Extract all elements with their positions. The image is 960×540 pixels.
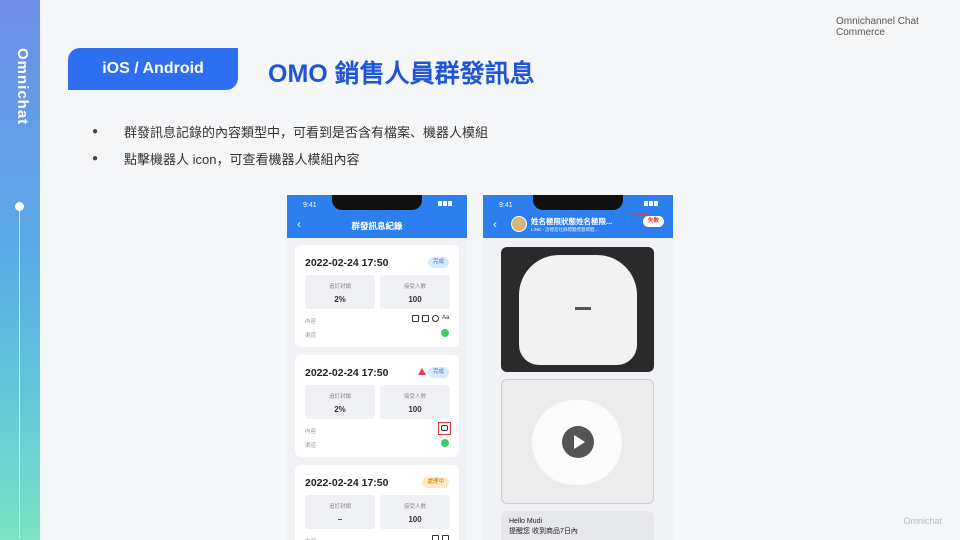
stat-value: – [337, 515, 343, 524]
status-time: 9:41 [303, 202, 317, 209]
stat-label: 接受人數 [403, 284, 426, 290]
stat-unsubscribe: 追訂封鎖 2% [305, 385, 375, 419]
message-line: Hello Mudi [509, 518, 543, 525]
stat-value: 2% [334, 405, 346, 414]
status-time: 9:41 [499, 202, 513, 209]
content-label: 內容 [305, 429, 317, 435]
bullet-list: ● 群發訊息記錄的內容類型中，可看到是否含有檔案、機器人模組 ● 點擊機器人 ico… [92, 118, 488, 172]
stat-label: 追訂封鎖 [328, 504, 351, 510]
stat-unsubscribe: 追訂封鎖 – [305, 495, 375, 529]
bullet-dot-icon: ● [92, 153, 99, 164]
bullet-text: 群發訊息記錄的內容類型中，可看到是否含有檔案、機器人模組 [124, 125, 489, 140]
product-video-shoe[interactable] [501, 379, 654, 504]
warning-triangle-icon [418, 368, 426, 375]
stat-recipients: 接受人數 100 [380, 275, 450, 309]
file-icon [432, 535, 439, 540]
channel-status-dot [441, 329, 449, 337]
broadcast-card[interactable]: 2022-02-24 17:50 完成 追訂封鎖 2% 接受人數 100 內容 … [295, 245, 459, 347]
card-date: 2022-02-24 17:50 [305, 367, 389, 379]
file-icon [412, 315, 419, 322]
status-badge: 完成 [427, 367, 449, 378]
message-line: 提醒您 收到商品7日內 [509, 528, 578, 535]
stat-value: 2% [334, 295, 346, 304]
channel-label: 渠道 [305, 333, 317, 339]
text-icon: Aa [442, 315, 450, 321]
shirt-logo [575, 307, 591, 310]
phone-broadcast-history: 9:41 ‹ 群發訊息紀錄 2022-02-24 17:50 完成 追訂封鎖 2… [287, 195, 467, 540]
phone-notch [332, 195, 422, 210]
stat-label: 追訂封鎖 [328, 284, 351, 290]
robot-icon-highlight[interactable] [438, 422, 451, 435]
play-icon[interactable] [562, 426, 594, 458]
link-icon [432, 315, 439, 322]
brand-line-2: Commerce [836, 27, 885, 38]
brand-header: Omnichannel Chat Commerce [836, 16, 946, 38]
stat-recipients: 接受人數 100 [380, 495, 450, 529]
brand-line-1: Omnichannel Chat [836, 16, 919, 27]
bullet-text: 點擊機器人 icon，可查看機器人模組內容 [124, 152, 360, 167]
channel-status-dot [441, 439, 449, 447]
back-chevron-icon[interactable]: ‹ [493, 217, 497, 231]
channel-label: 渠道 [305, 443, 317, 449]
nav-bar: ‹ 群發訊息紀錄 [287, 212, 467, 238]
content-type-icons [432, 535, 449, 540]
sidebar-brand: Omnichat [14, 48, 31, 126]
stat-label: 追訂封鎖 [328, 394, 351, 400]
chat-name: 姓名極限狀態姓名極限... [531, 217, 613, 226]
status-badge: 失敗 [643, 216, 665, 227]
content-type-icons: Aa [412, 315, 449, 322]
bullet-item: ● 點擊機器人 icon，可查看機器人模組內容 [92, 145, 488, 172]
status-bar: 9:41 [287, 195, 467, 212]
shirt-shape [519, 255, 637, 365]
bullet-dot-icon: ● [92, 126, 99, 137]
broadcast-card[interactable]: 2022-02-24 17:50 完成 追訂封鎖 2% 接受人數 100 內容 … [295, 355, 459, 457]
stat-value: 100 [408, 295, 422, 304]
content-label: 內容 [305, 319, 317, 325]
stat-value: 100 [408, 515, 422, 524]
sidebar-line [19, 208, 20, 538]
status-bar: 9:41 [483, 195, 673, 212]
nav-title: 群發訊息紀錄 [351, 221, 403, 231]
chat-header: ‹ 姓名極限狀態姓名極限... LINE - 這裡是社群標籤標籤標籤... 失敗 [483, 212, 673, 238]
phone-broadcast-detail: 9:41 ‹ 姓名極限狀態姓名極限... LINE - 這裡是社群標籤標籤標籤.… [483, 195, 673, 540]
file-icon [422, 315, 429, 322]
broadcast-card[interactable]: 2022-02-24 17:50 處理中 追訂封鎖 – 接受人數 100 內容 [295, 465, 459, 540]
stat-recipients: 接受人數 100 [380, 385, 450, 419]
platform-tag: iOS / Android [68, 48, 238, 90]
chat-subtitle: LINE - 這裡是社群標籤標籤標籤... [531, 227, 599, 232]
card-date: 2022-02-24 17:50 [305, 477, 389, 489]
watermark: Omnichat [903, 516, 942, 526]
status-badge: 處理中 [422, 477, 449, 488]
message-bubble: Hello Mudi 提醒您 收到商品7日內 [501, 511, 654, 540]
status-badge: 完成 [427, 257, 449, 268]
robot-icon[interactable] [441, 425, 448, 431]
avatar [511, 216, 527, 232]
stat-unsubscribe: 追訂封鎖 2% [305, 275, 375, 309]
slide-title: OMO 銷售人員群發訊息 [268, 60, 535, 88]
stat-label: 接受人數 [403, 394, 426, 400]
phone-notch [533, 195, 623, 210]
signal-icon [437, 201, 457, 206]
file-icon [442, 535, 449, 540]
sidebar-accent: Omnichat [0, 0, 40, 540]
stat-label: 接受人數 [403, 504, 426, 510]
product-image-shirt[interactable] [501, 247, 654, 372]
signal-icon [643, 201, 663, 206]
stat-value: 100 [408, 405, 422, 414]
bullet-item: ● 群發訊息記錄的內容類型中，可看到是否含有檔案、機器人模組 [92, 118, 488, 145]
card-date: 2022-02-24 17:50 [305, 257, 389, 269]
